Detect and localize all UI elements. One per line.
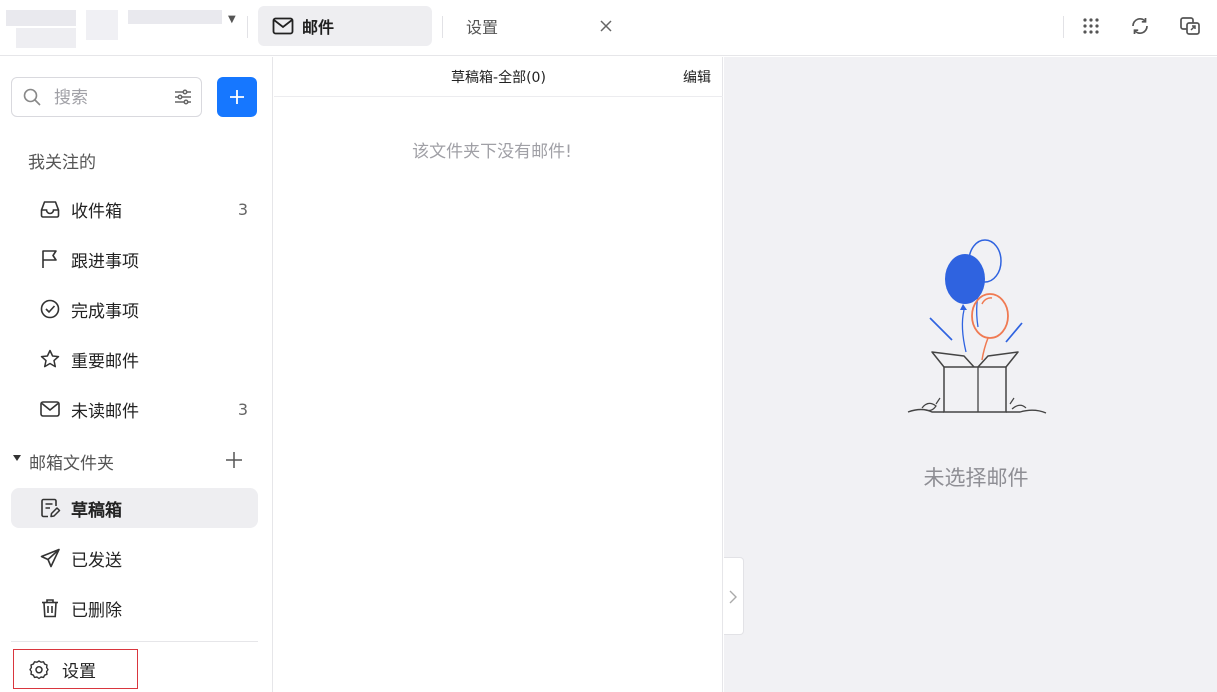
divider (247, 16, 248, 38)
plus-icon (230, 90, 244, 104)
inbox-icon (40, 201, 60, 218)
sidebar: 我关注的 收件箱 3 跟进事项 完成事项 重要邮件 未读邮件 3 (0, 57, 273, 692)
chevron-right-icon (729, 590, 737, 604)
search-icon (23, 88, 41, 106)
refresh-icon[interactable] (1128, 14, 1152, 38)
sidebar-item-label: 收件箱 (71, 201, 122, 222)
settings-label: 设置 (62, 661, 96, 682)
settings-button[interactable]: 设置 (13, 649, 138, 689)
tab-label: 邮件 (302, 18, 335, 37)
account-name-blurred (86, 10, 118, 40)
apps-grid-icon[interactable] (1079, 14, 1103, 38)
sidebar-item-drafts[interactable]: 草稿箱 (11, 488, 258, 528)
mail-icon (272, 17, 294, 35)
tab-settings[interactable]: 设置 (444, 6, 624, 46)
sidebar-item-follow-up[interactable]: 跟进事项 (11, 239, 258, 279)
no-mail-selected-message: 未选择邮件 (923, 466, 1029, 490)
gear-icon (29, 660, 49, 680)
mail-list-pane: 草稿箱-全部(0) 编辑 该文件夹下没有邮件! (274, 57, 723, 692)
empty-box-illustration (907, 239, 1047, 414)
folder-title: 草稿箱-全部(0) (451, 70, 546, 86)
close-icon[interactable] (596, 16, 616, 36)
search-box[interactable] (11, 77, 202, 117)
sidebar-item-label: 已发送 (71, 550, 122, 571)
star-icon (40, 349, 60, 368)
filter-icon[interactable] (173, 87, 193, 107)
divider (1063, 16, 1064, 38)
folders-header[interactable]: 邮箱文件夹 (11, 440, 258, 480)
draft-icon (41, 498, 61, 518)
sidebar-item-trash[interactable]: 已删除 (11, 588, 258, 628)
tab-mail[interactable]: 邮件 (258, 6, 432, 46)
caret-down-icon: ▼ (228, 14, 236, 25)
sidebar-item-sent[interactable]: 已发送 (11, 538, 258, 578)
sidebar-item-inbox[interactable]: 收件箱 3 (11, 189, 258, 229)
sidebar-item-important[interactable]: 重要邮件 (11, 339, 258, 379)
caret-down-icon[interactable] (13, 455, 21, 461)
account-switcher[interactable]: ▼ (6, 6, 236, 50)
sidebar-item-done[interactable]: 完成事项 (11, 289, 258, 329)
collapse-handle[interactable] (724, 557, 744, 635)
sidebar-item-label: 草稿箱 (71, 500, 122, 521)
unread-count: 3 (237, 399, 248, 419)
sidebar-item-label: 已删除 (71, 600, 122, 621)
switch-window-icon[interactable] (1178, 14, 1202, 38)
flag-icon (42, 250, 57, 268)
sidebar-item-label: 跟进事项 (71, 251, 139, 272)
favorites-label: 我关注的 (28, 153, 96, 173)
sidebar-item-label: 未读邮件 (71, 401, 139, 422)
folders-label: 邮箱文件夹 (29, 454, 114, 474)
sidebar-item-unread[interactable]: 未读邮件 3 (11, 389, 258, 429)
unread-count: 3 (237, 199, 248, 219)
sidebar-item-label: 完成事项 (71, 301, 139, 322)
send-icon (40, 548, 60, 568)
edit-button[interactable]: 编辑 (683, 67, 711, 87)
search-input[interactable] (54, 86, 164, 110)
top-bar: ▼ 邮件 设置 (0, 0, 1217, 56)
add-folder-icon[interactable] (224, 450, 244, 470)
divider (442, 16, 443, 38)
divider (11, 641, 258, 642)
list-header: 草稿箱-全部(0) 编辑 (274, 57, 723, 97)
trash-icon (42, 599, 58, 618)
check-circle-icon (40, 299, 60, 319)
empty-list-message: 该文件夹下没有邮件! (412, 142, 572, 162)
compose-button[interactable] (217, 77, 257, 117)
account-name-blurred (128, 10, 222, 24)
account-avatar-blurred (16, 28, 76, 48)
tab-label: 设置 (466, 18, 499, 37)
sidebar-item-label: 重要邮件 (71, 351, 139, 372)
mail-icon (40, 401, 60, 417)
account-avatar-blurred (6, 10, 76, 26)
reader-pane: 未选择邮件 (724, 57, 1217, 692)
